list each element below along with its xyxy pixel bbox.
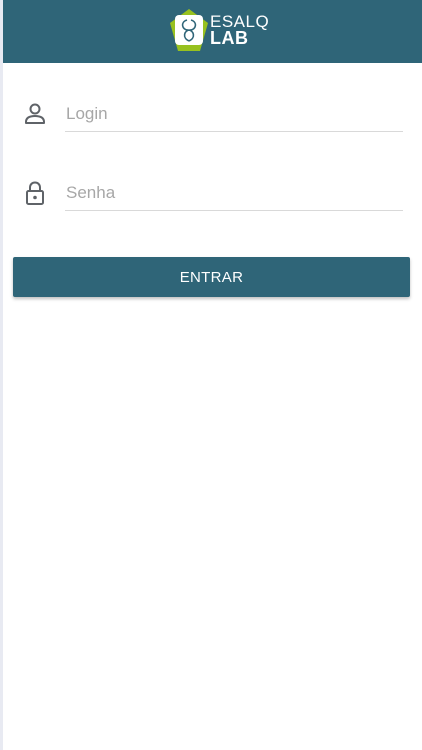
logo-text-lab: LAB — [210, 28, 249, 48]
login-submit-button[interactable]: ENTRAR — [13, 257, 410, 297]
app-logo: ESALQ LAB — [169, 8, 269, 54]
password-input[interactable] — [65, 175, 403, 211]
password-field-row — [3, 175, 422, 215]
login-input[interactable] — [65, 96, 403, 132]
login-field-row — [3, 96, 422, 136]
logo-text: ESALQ LAB — [210, 13, 269, 47]
app-header: ESALQ LAB — [3, 0, 422, 63]
user-icon — [25, 103, 45, 124]
esalq-lab-logo-icon — [170, 9, 208, 51]
lock-icon — [26, 181, 44, 205]
